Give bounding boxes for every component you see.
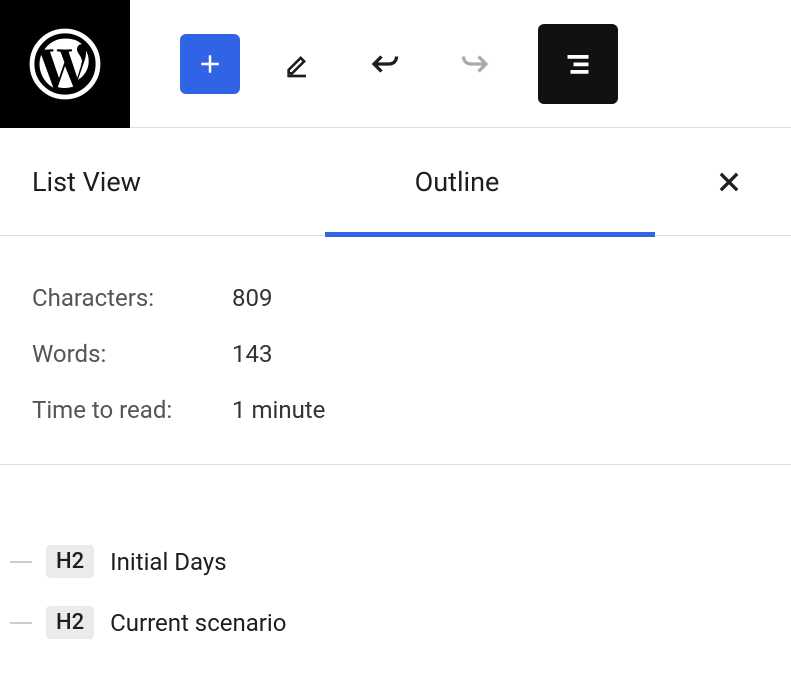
stat-time: Time to read: 1 minute	[32, 396, 759, 424]
pencil-icon	[282, 48, 314, 80]
stat-time-value: 1 minute	[232, 396, 325, 424]
outline-list: H2 Initial Days H2 Current scenario	[0, 465, 791, 639]
plus-icon	[195, 49, 225, 79]
tab-outline-label: Outline	[415, 166, 500, 198]
outline-connector-icon	[10, 622, 32, 624]
edit-mode-button[interactable]	[268, 34, 328, 94]
document-stats: Characters: 809 Words: 143 Time to read:…	[0, 236, 791, 465]
stat-characters-value: 809	[232, 284, 272, 312]
stat-time-label: Time to read:	[32, 396, 232, 424]
heading-level-badge: H2	[46, 606, 94, 639]
stat-words: Words: 143	[32, 340, 759, 368]
redo-icon	[456, 46, 492, 82]
tab-active-indicator	[325, 232, 655, 237]
outline-title: Initial Days	[110, 548, 227, 576]
stat-words-value: 143	[232, 340, 272, 368]
close-panel-button[interactable]	[709, 162, 749, 202]
wordpress-logo[interactable]	[0, 0, 130, 128]
close-icon	[715, 168, 743, 196]
outline-connector-icon	[10, 561, 32, 563]
tab-list-view-label: List View	[32, 166, 141, 198]
add-block-button[interactable]	[180, 34, 240, 94]
undo-button[interactable]	[356, 34, 416, 94]
toolbar-buttons	[180, 24, 618, 104]
stat-characters: Characters: 809	[32, 284, 759, 312]
panel-tabs: List View Outline	[0, 128, 791, 236]
stat-words-label: Words:	[32, 340, 232, 368]
outline-icon	[560, 46, 596, 82]
heading-level-badge: H2	[46, 545, 94, 578]
stat-characters-label: Characters:	[32, 284, 232, 312]
document-overview-button[interactable]	[538, 24, 618, 104]
redo-button[interactable]	[444, 34, 504, 94]
editor-toolbar	[0, 0, 791, 128]
tab-list-view[interactable]: List View	[32, 128, 292, 235]
outline-title: Current scenario	[110, 609, 286, 637]
wordpress-icon	[29, 28, 101, 100]
outline-item[interactable]: H2 Initial Days	[10, 545, 781, 578]
undo-icon	[368, 46, 404, 82]
outline-item[interactable]: H2 Current scenario	[10, 606, 781, 639]
tab-outline[interactable]: Outline	[292, 128, 622, 235]
